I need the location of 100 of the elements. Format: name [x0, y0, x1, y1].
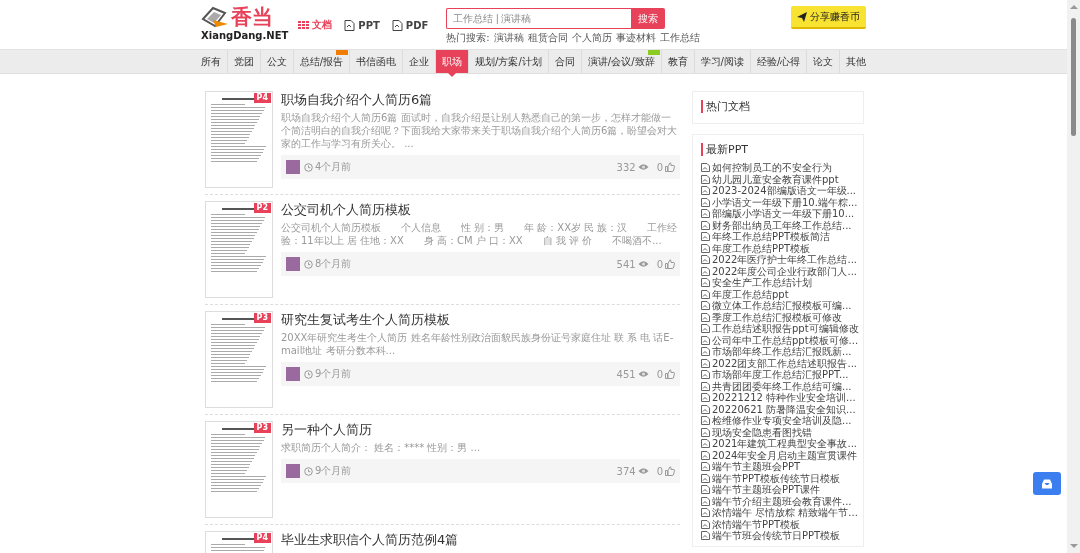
- category-tab[interactable]: 经验/心得: [750, 50, 808, 73]
- file-icon: [701, 427, 710, 437]
- ppt-link[interactable]: 公司年中工作总结ppt模板可修...: [712, 334, 859, 346]
- category-tab[interactable]: 演讲/会议/致辞: [581, 50, 662, 73]
- ppt-link[interactable]: 财务部出纳员工年终工作总结...: [712, 219, 852, 231]
- avatar[interactable]: [286, 367, 300, 381]
- file-icon: [701, 220, 710, 230]
- eye-icon: [637, 260, 649, 268]
- ppt-link[interactable]: 端午节主题班会PPT课件: [712, 484, 821, 496]
- ppt-link[interactable]: 检维修作业专项安全培训及隐...: [712, 415, 852, 427]
- ppt-link[interactable]: 2022年医疗护士年终工作总结...: [712, 254, 857, 266]
- file-icon: [701, 473, 710, 483]
- document-summary: 20XX年研究生考生个人简历 姓名年龄性别政治面貌民族身份证号家庭住址 联 系 电 话E-mail地址 考研分数本科...: [281, 331, 675, 357]
- ppt-link[interactable]: 浓情端午 尽情放粽 精致端午节...: [712, 507, 858, 519]
- file-icon: [701, 197, 710, 207]
- ppt-link[interactable]: 现场安全隐患看图找错: [712, 426, 812, 438]
- ppt-link[interactable]: 浓情端午节PPT模板: [712, 518, 801, 530]
- file-icon: [701, 324, 710, 334]
- hot-search-link[interactable]: 工作总结: [659, 31, 700, 45]
- like-count: 0: [656, 368, 663, 380]
- logo-domain[interactable]: XiangDang.NET: [201, 29, 289, 42]
- hot-search-link[interactable]: 演讲稿: [493, 31, 524, 45]
- ppt-link[interactable]: 2021年建筑工程典型安全事故...: [712, 438, 857, 450]
- document-thumbnail[interactable]: P4: [205, 91, 273, 188]
- ppt-link[interactable]: 年终工作总结PPT模板简洁: [712, 231, 831, 243]
- category-tab[interactable]: 书信函电: [350, 50, 404, 73]
- ppt-link[interactable]: 小学语文一年级下册10.端午粽...: [712, 196, 858, 208]
- document-title-link[interactable]: 毕业生求职信个人简历范例4篇: [281, 531, 680, 549]
- file-icon: [701, 404, 710, 414]
- file-icon: [701, 462, 710, 472]
- ppt-link[interactable]: 2024年安全月启动主题宣贯课件: [712, 449, 858, 461]
- ppt-link[interactable]: 2022团支部工作总结述职报告...: [712, 357, 857, 369]
- avatar[interactable]: [286, 257, 300, 271]
- category-tab[interactable]: 公文: [260, 50, 294, 73]
- category-tab[interactable]: 党团: [227, 50, 261, 73]
- search-button[interactable]: 搜索: [631, 8, 666, 29]
- file-icon: [701, 381, 710, 391]
- file-icon: [344, 19, 356, 31]
- category-tab[interactable]: 合同: [548, 50, 582, 73]
- ppt-link[interactable]: 2023-2024部编版语文一年级...: [712, 185, 857, 197]
- upload-time: 8个月前: [315, 257, 352, 271]
- file-icon: [701, 209, 710, 219]
- document-thumbnail[interactable]: P3: [205, 311, 273, 408]
- category-tab[interactable]: 规划/方案/计划: [469, 50, 549, 73]
- view-count: 541: [616, 258, 636, 270]
- hot-search-link[interactable]: 事迹材料: [615, 31, 656, 45]
- ppt-link[interactable]: 共青团团委年终工作总结可编...: [712, 380, 852, 392]
- file-icon: [391, 19, 403, 31]
- section-title: 最新PPT: [701, 143, 859, 156]
- ppt-link[interactable]: 年度工作总结PPT模板: [712, 242, 811, 254]
- ppt-link[interactable]: 端午节主题班会PPT: [712, 461, 801, 473]
- document-title-link[interactable]: 研究生复试考生个人简历模板: [281, 311, 680, 329]
- file-icon: [701, 278, 710, 288]
- scrollbar[interactable]: [1067, 0, 1080, 553]
- file-icon: [701, 243, 710, 253]
- category-tab[interactable]: 学习/阅读: [694, 50, 751, 73]
- document-thumbnail[interactable]: P3: [205, 421, 273, 518]
- file-icon: [701, 347, 710, 357]
- ppt-link[interactable]: 市场部年终工作总结汇报既新...: [712, 346, 852, 358]
- ppt-link[interactable]: 20221212 特种作业安全培训...: [712, 392, 856, 404]
- logo-text[interactable]: 香当: [231, 5, 273, 29]
- document-thumbnail[interactable]: P2: [205, 201, 273, 298]
- category-tab[interactable]: 所有: [194, 50, 228, 73]
- ppt-link[interactable]: 2022年度公司企业行政部门人...: [712, 265, 857, 277]
- ppt-link[interactable]: 工作总结述职报告ppt可编辑修改: [712, 323, 859, 335]
- ppt-link[interactable]: 端午节PPT模板传统节日模板: [712, 472, 841, 484]
- file-icon: [701, 266, 710, 276]
- category-tab[interactable]: 教育: [661, 50, 695, 73]
- category-tab[interactable]: 总结/报告: [293, 50, 351, 73]
- ppt-link[interactable]: 端午节班会传统节日PPT模板: [712, 530, 841, 542]
- avatar[interactable]: [286, 464, 300, 478]
- hot-search-link[interactable]: 租赁合同: [527, 31, 568, 45]
- ppt-link[interactable]: 如何控制员工的不安全行为: [712, 162, 832, 174]
- file-icon: [701, 174, 710, 184]
- search-field[interactable]: 工作总结 | 演讲稿: [446, 8, 632, 29]
- ppt-link[interactable]: 季度工作总结汇报模板可修改: [712, 311, 842, 323]
- category-tab[interactable]: 论文: [807, 50, 841, 73]
- hot-search-link[interactable]: 个人简历: [571, 31, 612, 45]
- ppt-link[interactable]: 微立体工作总结汇报模板可编...: [712, 300, 852, 312]
- ppt-link[interactable]: 20220621 防暑降温安全知识...: [712, 403, 856, 415]
- ppt-link[interactable]: 端午节介绍主题班会教育课件...: [712, 495, 852, 507]
- document-thumbnail[interactable]: P4: [205, 531, 273, 553]
- file-icon: [701, 485, 710, 495]
- document-title-link[interactable]: 职场自我介绍个人简历6篇: [281, 91, 680, 109]
- inbox-button[interactable]: [1033, 472, 1061, 495]
- category-tab[interactable]: 其他: [840, 50, 873, 73]
- share-button[interactable]: 分享赚香币: [791, 6, 866, 29]
- file-icon: [701, 312, 710, 322]
- document-title-link[interactable]: 公交司机个人简历模板: [281, 201, 680, 219]
- ppt-link[interactable]: 部编版小学语文一年级下册10...: [712, 208, 855, 220]
- ppt-link[interactable]: 市场部年度工作总结汇报PPT...: [712, 369, 849, 381]
- avatar[interactable]: [286, 160, 300, 174]
- doc-type-tab[interactable]: 文档: [298, 18, 333, 32]
- ppt-link[interactable]: 安全生产工作总结计划: [712, 277, 812, 289]
- doc-type-tab[interactable]: PDF: [391, 18, 429, 32]
- ppt-link[interactable]: 幼儿园儿童安全教育课件ppt: [712, 173, 839, 185]
- document-title-link[interactable]: 另一种个人简历: [281, 421, 680, 439]
- clock-icon: [304, 369, 313, 379]
- doc-type-tab[interactable]: PPT: [344, 18, 380, 32]
- ppt-link[interactable]: 年度工作总结ppt: [712, 288, 789, 300]
